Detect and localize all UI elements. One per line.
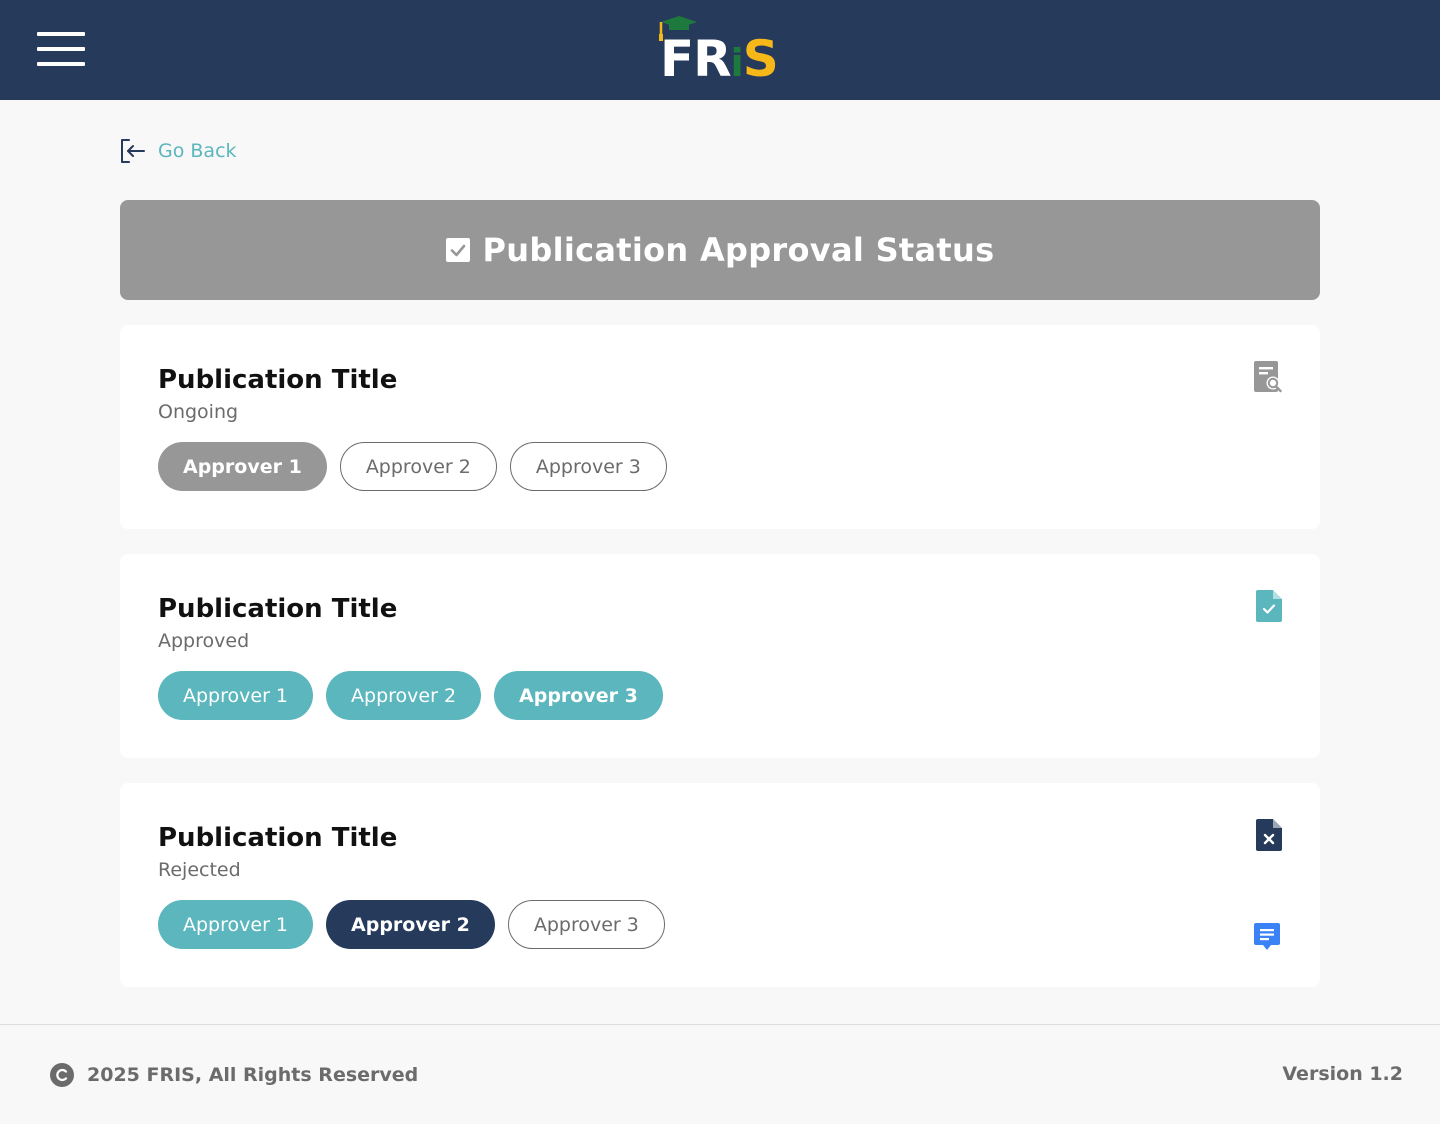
go-back-link[interactable]: Go Back xyxy=(119,136,237,166)
approver-chips: Approver 1 Approver 2 Approver 3 xyxy=(158,671,663,720)
publication-status: Ongoing xyxy=(158,401,239,423)
approver-chips: Approver 1 Approver 2 Approver 3 xyxy=(158,900,665,949)
page-title: Publication Approval Status xyxy=(482,231,995,269)
publication-card: Publication Title Rejected Approver 1 Ap… xyxy=(120,783,1320,987)
app-header: FRiS xyxy=(0,0,1440,100)
approver-chip[interactable]: Approver 2 xyxy=(326,900,495,949)
approver-chip[interactable]: Approver 2 xyxy=(326,671,482,720)
publication-card: Publication Title Ongoing Approver 1 App… xyxy=(120,325,1320,529)
hamburger-menu-icon[interactable] xyxy=(37,32,85,68)
checkbox-checked-icon xyxy=(445,238,470,262)
footer-copyright: 2025 FRIS, All Rights Reserved xyxy=(50,1063,418,1087)
copyright-text: 2025 FRIS, All Rights Reserved xyxy=(87,1064,419,1086)
sign-out-arrow-left-icon xyxy=(121,139,145,163)
publication-status: Rejected xyxy=(158,859,241,881)
approver-chip[interactable]: Approver 3 xyxy=(509,442,667,491)
publication-title: Publication Title xyxy=(158,594,398,624)
document-search-icon[interactable] xyxy=(1254,361,1282,393)
logo-i: i xyxy=(730,41,744,85)
publication-card: Publication Title Approved Approver 1 Ap… xyxy=(120,554,1320,758)
app-footer: 2025 FRIS, All Rights Reserved Version 1… xyxy=(0,1024,1440,1124)
approver-chip[interactable]: Approver 1 xyxy=(158,671,314,720)
approver-chip[interactable]: Approver 3 xyxy=(494,671,663,720)
publication-status: Approved xyxy=(158,630,250,652)
publication-title: Publication Title xyxy=(158,365,398,395)
approver-chip[interactable]: Approver 1 xyxy=(158,900,314,949)
version-label: Version 1.2 xyxy=(1282,1063,1403,1085)
hamburger-line xyxy=(37,62,85,66)
logo-wordmark: FRiS xyxy=(660,30,779,90)
copyright-icon xyxy=(50,1063,74,1087)
publication-title: Publication Title xyxy=(158,823,398,853)
document-x-icon[interactable] xyxy=(1256,819,1282,851)
approver-chip[interactable]: Approver 1 xyxy=(158,442,327,491)
approver-chip[interactable]: Approver 2 xyxy=(339,442,497,491)
approver-chip[interactable]: Approver 3 xyxy=(507,900,665,949)
logo-fr: FR xyxy=(660,30,732,88)
comment-message-icon[interactable] xyxy=(1254,923,1280,951)
logo-s: S xyxy=(742,30,779,88)
approver-chips: Approver 1 Approver 2 Approver 3 xyxy=(158,442,667,491)
hamburger-line xyxy=(37,47,85,51)
page-title-banner: Publication Approval Status xyxy=(120,200,1320,300)
go-back-label: Go Back xyxy=(158,140,237,162)
fris-logo[interactable]: FRiS xyxy=(650,12,790,88)
document-check-icon[interactable] xyxy=(1256,590,1282,622)
hamburger-line xyxy=(37,32,85,36)
